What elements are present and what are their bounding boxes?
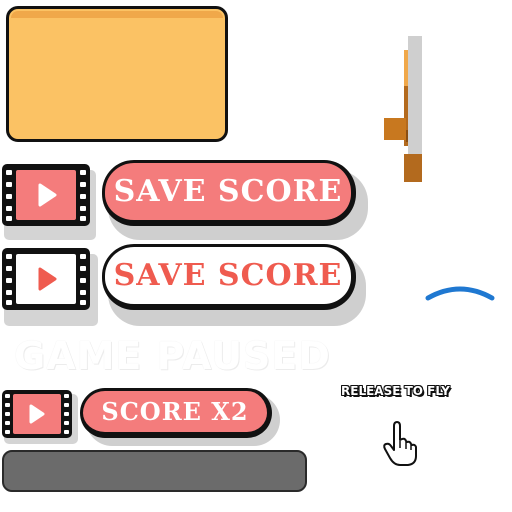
play-icon bbox=[38, 267, 57, 291]
release-to-fly-hint: RELEASE TO FLY bbox=[341, 384, 450, 398]
video-film-play-icon[interactable] bbox=[2, 248, 90, 310]
save-score-button-outlined[interactable]: SAVE SCORE bbox=[102, 244, 356, 310]
play-icon bbox=[29, 404, 45, 424]
score-x2-button[interactable]: SCORE X2 bbox=[80, 388, 272, 438]
save-score-label: SAVE SCORE bbox=[113, 258, 343, 293]
panel-top-shade bbox=[11, 11, 223, 18]
video-film-play-icon[interactable] bbox=[2, 390, 72, 438]
game-paused-title: GAME PAUSED bbox=[14, 334, 331, 378]
play-icon bbox=[38, 183, 57, 207]
hand-pointer-icon bbox=[383, 421, 417, 466]
save-score-button[interactable]: SAVE SCORE bbox=[102, 160, 356, 226]
wooden-ramp bbox=[384, 36, 422, 182]
blue-arc bbox=[425, 286, 495, 301]
score-x2-label: SCORE X2 bbox=[101, 397, 249, 426]
video-film-play-icon[interactable] bbox=[2, 164, 90, 226]
orange-panel bbox=[6, 6, 228, 142]
gray-bar bbox=[2, 450, 307, 492]
save-score-label: SAVE SCORE bbox=[113, 174, 343, 209]
